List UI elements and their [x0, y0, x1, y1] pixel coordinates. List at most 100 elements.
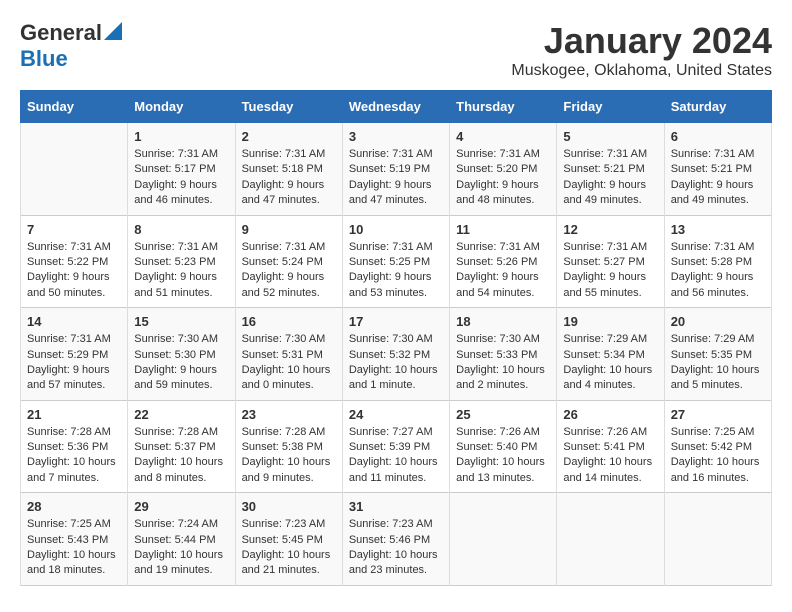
calendar-cell: 23 Sunrise: 7:28 AM Sunset: 5:38 PM Dayli…	[235, 400, 342, 493]
calendar-cell: 20 Sunrise: 7:29 AM Sunset: 5:35 PM Dayli…	[664, 308, 771, 401]
calendar-cell: 1 Sunrise: 7:31 AM Sunset: 5:17 PM Daylig…	[128, 123, 235, 216]
day-number: 13	[671, 222, 765, 237]
day-info: Sunrise: 7:31 AM Sunset: 5:23 PM Dayligh…	[134, 240, 228, 302]
calendar-cell: 24 Sunrise: 7:27 AM Sunset: 5:39 PM Dayli…	[342, 400, 449, 493]
day-info: Sunrise: 7:24 AM Sunset: 5:44 PM Dayligh…	[134, 517, 228, 579]
calendar-cell: 14Sunrise: 7:31 AM Sunset: 5:29 PM Dayli…	[21, 308, 128, 401]
title-area: January 2024 Muskogee, Oklahoma, United …	[511, 20, 772, 80]
day-number: 19	[563, 314, 657, 329]
calendar-cell: 21 Sunrise: 7:28 AM Sunset: 5:36 PM Dayli…	[21, 400, 128, 493]
calendar-cell: 18 Sunrise: 7:30 AM Sunset: 5:33 PM Dayli…	[450, 308, 557, 401]
day-number: 18	[456, 314, 550, 329]
header: General Blue January 2024 Muskogee, Okla…	[20, 20, 772, 80]
day-info: Sunrise: 7:31 AM Sunset: 5:21 PM Dayligh…	[563, 147, 657, 209]
calendar-cell: 5 Sunrise: 7:31 AM Sunset: 5:21 PM Daylig…	[557, 123, 664, 216]
day-info: Sunrise: 7:28 AM Sunset: 5:38 PM Dayligh…	[242, 425, 336, 487]
calendar-cell: 10 Sunrise: 7:31 AM Sunset: 5:25 PM Dayli…	[342, 215, 449, 308]
col-header-monday: Monday	[128, 91, 235, 123]
day-number: 1	[134, 129, 228, 144]
col-header-thursday: Thursday	[450, 91, 557, 123]
day-number: 9	[242, 222, 336, 237]
calendar-cell: 2 Sunrise: 7:31 AM Sunset: 5:18 PM Daylig…	[235, 123, 342, 216]
day-number: 17	[349, 314, 443, 329]
day-number: 29	[134, 499, 228, 514]
calendar-cell: 31Sunrise: 7:23 AM Sunset: 5:46 PM Dayli…	[342, 493, 449, 586]
day-info: Sunrise: 7:26 AM Sunset: 5:41 PM Dayligh…	[563, 425, 657, 487]
calendar-cell: 17 Sunrise: 7:30 AM Sunset: 5:32 PM Dayli…	[342, 308, 449, 401]
month-title: January 2024	[511, 20, 772, 62]
day-info: Sunrise: 7:30 AM Sunset: 5:32 PM Dayligh…	[349, 332, 443, 394]
day-info: Sunrise: 7:31 AM Sunset: 5:18 PM Dayligh…	[242, 147, 336, 209]
calendar-cell: 6Sunrise: 7:31 AM Sunset: 5:21 PM Daylig…	[664, 123, 771, 216]
day-info: Sunrise: 7:30 AM Sunset: 5:33 PM Dayligh…	[456, 332, 550, 394]
day-info: Sunrise: 7:29 AM Sunset: 5:34 PM Dayligh…	[563, 332, 657, 394]
day-number: 22	[134, 407, 228, 422]
calendar-cell: 13Sunrise: 7:31 AM Sunset: 5:28 PM Dayli…	[664, 215, 771, 308]
day-number: 15	[134, 314, 228, 329]
day-info: Sunrise: 7:25 AM Sunset: 5:42 PM Dayligh…	[671, 425, 765, 487]
calendar-table: SundayMondayTuesdayWednesdayThursdayFrid…	[20, 90, 772, 586]
calendar-cell: 7 Sunrise: 7:31 AM Sunset: 5:22 PM Daylig…	[21, 215, 128, 308]
logo-blue-text: Blue	[20, 46, 68, 72]
calendar-header-row: SundayMondayTuesdayWednesdayThursdayFrid…	[21, 91, 772, 123]
calendar-week-row: 14Sunrise: 7:31 AM Sunset: 5:29 PM Dayli…	[21, 308, 772, 401]
day-number: 14	[27, 314, 121, 329]
day-number: 23	[242, 407, 336, 422]
day-number: 20	[671, 314, 765, 329]
col-header-friday: Friday	[557, 91, 664, 123]
logo-arrow-icon	[104, 22, 122, 40]
day-number: 25	[456, 407, 550, 422]
calendar-cell: 27Sunrise: 7:25 AM Sunset: 5:42 PM Dayli…	[664, 400, 771, 493]
day-number: 5	[563, 129, 657, 144]
day-info: Sunrise: 7:31 AM Sunset: 5:25 PM Dayligh…	[349, 240, 443, 302]
calendar-cell: 11 Sunrise: 7:31 AM Sunset: 5:26 PM Dayli…	[450, 215, 557, 308]
day-number: 24	[349, 407, 443, 422]
day-number: 21	[27, 407, 121, 422]
calendar-cell	[450, 493, 557, 586]
calendar-cell: 29 Sunrise: 7:24 AM Sunset: 5:44 PM Dayli…	[128, 493, 235, 586]
day-number: 10	[349, 222, 443, 237]
col-header-tuesday: Tuesday	[235, 91, 342, 123]
day-info: Sunrise: 7:29 AM Sunset: 5:35 PM Dayligh…	[671, 332, 765, 394]
day-info: Sunrise: 7:31 AM Sunset: 5:19 PM Dayligh…	[349, 147, 443, 209]
day-info: Sunrise: 7:28 AM Sunset: 5:36 PM Dayligh…	[27, 425, 121, 487]
day-info: Sunrise: 7:31 AM Sunset: 5:17 PM Dayligh…	[134, 147, 228, 209]
day-number: 12	[563, 222, 657, 237]
calendar-cell: 16 Sunrise: 7:30 AM Sunset: 5:31 PM Dayli…	[235, 308, 342, 401]
day-info: Sunrise: 7:31 AM Sunset: 5:20 PM Dayligh…	[456, 147, 550, 209]
calendar-cell: 3Sunrise: 7:31 AM Sunset: 5:19 PM Daylig…	[342, 123, 449, 216]
calendar-week-row: 7 Sunrise: 7:31 AM Sunset: 5:22 PM Daylig…	[21, 215, 772, 308]
calendar-cell: 26Sunrise: 7:26 AM Sunset: 5:41 PM Dayli…	[557, 400, 664, 493]
calendar-week-row: 1 Sunrise: 7:31 AM Sunset: 5:17 PM Daylig…	[21, 123, 772, 216]
day-number: 7	[27, 222, 121, 237]
day-info: Sunrise: 7:31 AM Sunset: 5:22 PM Dayligh…	[27, 240, 121, 302]
logo: General Blue	[20, 20, 122, 72]
calendar-cell	[21, 123, 128, 216]
calendar-cell: 25 Sunrise: 7:26 AM Sunset: 5:40 PM Dayli…	[450, 400, 557, 493]
day-info: Sunrise: 7:30 AM Sunset: 5:30 PM Dayligh…	[134, 332, 228, 394]
logo-general-text: General	[20, 20, 102, 46]
day-info: Sunrise: 7:30 AM Sunset: 5:31 PM Dayligh…	[242, 332, 336, 394]
calendar-cell: 30Sunrise: 7:23 AM Sunset: 5:45 PM Dayli…	[235, 493, 342, 586]
day-info: Sunrise: 7:27 AM Sunset: 5:39 PM Dayligh…	[349, 425, 443, 487]
calendar-cell: 4 Sunrise: 7:31 AM Sunset: 5:20 PM Daylig…	[450, 123, 557, 216]
calendar-week-row: 28Sunrise: 7:25 AM Sunset: 5:43 PM Dayli…	[21, 493, 772, 586]
day-number: 6	[671, 129, 765, 144]
location-title: Muskogee, Oklahoma, United States	[511, 62, 772, 80]
day-info: Sunrise: 7:23 AM Sunset: 5:45 PM Dayligh…	[242, 517, 336, 579]
day-number: 31	[349, 499, 443, 514]
calendar-cell: 19 Sunrise: 7:29 AM Sunset: 5:34 PM Dayli…	[557, 308, 664, 401]
calendar-cell: 12Sunrise: 7:31 AM Sunset: 5:27 PM Dayli…	[557, 215, 664, 308]
col-header-saturday: Saturday	[664, 91, 771, 123]
calendar-cell: 8Sunrise: 7:31 AM Sunset: 5:23 PM Daylig…	[128, 215, 235, 308]
day-info: Sunrise: 7:26 AM Sunset: 5:40 PM Dayligh…	[456, 425, 550, 487]
calendar-cell: 15 Sunrise: 7:30 AM Sunset: 5:30 PM Dayli…	[128, 308, 235, 401]
calendar-week-row: 21 Sunrise: 7:28 AM Sunset: 5:36 PM Dayli…	[21, 400, 772, 493]
col-header-wednesday: Wednesday	[342, 91, 449, 123]
day-number: 2	[242, 129, 336, 144]
day-number: 4	[456, 129, 550, 144]
day-number: 11	[456, 222, 550, 237]
day-number: 16	[242, 314, 336, 329]
day-info: Sunrise: 7:31 AM Sunset: 5:24 PM Dayligh…	[242, 240, 336, 302]
day-info: Sunrise: 7:31 AM Sunset: 5:26 PM Dayligh…	[456, 240, 550, 302]
